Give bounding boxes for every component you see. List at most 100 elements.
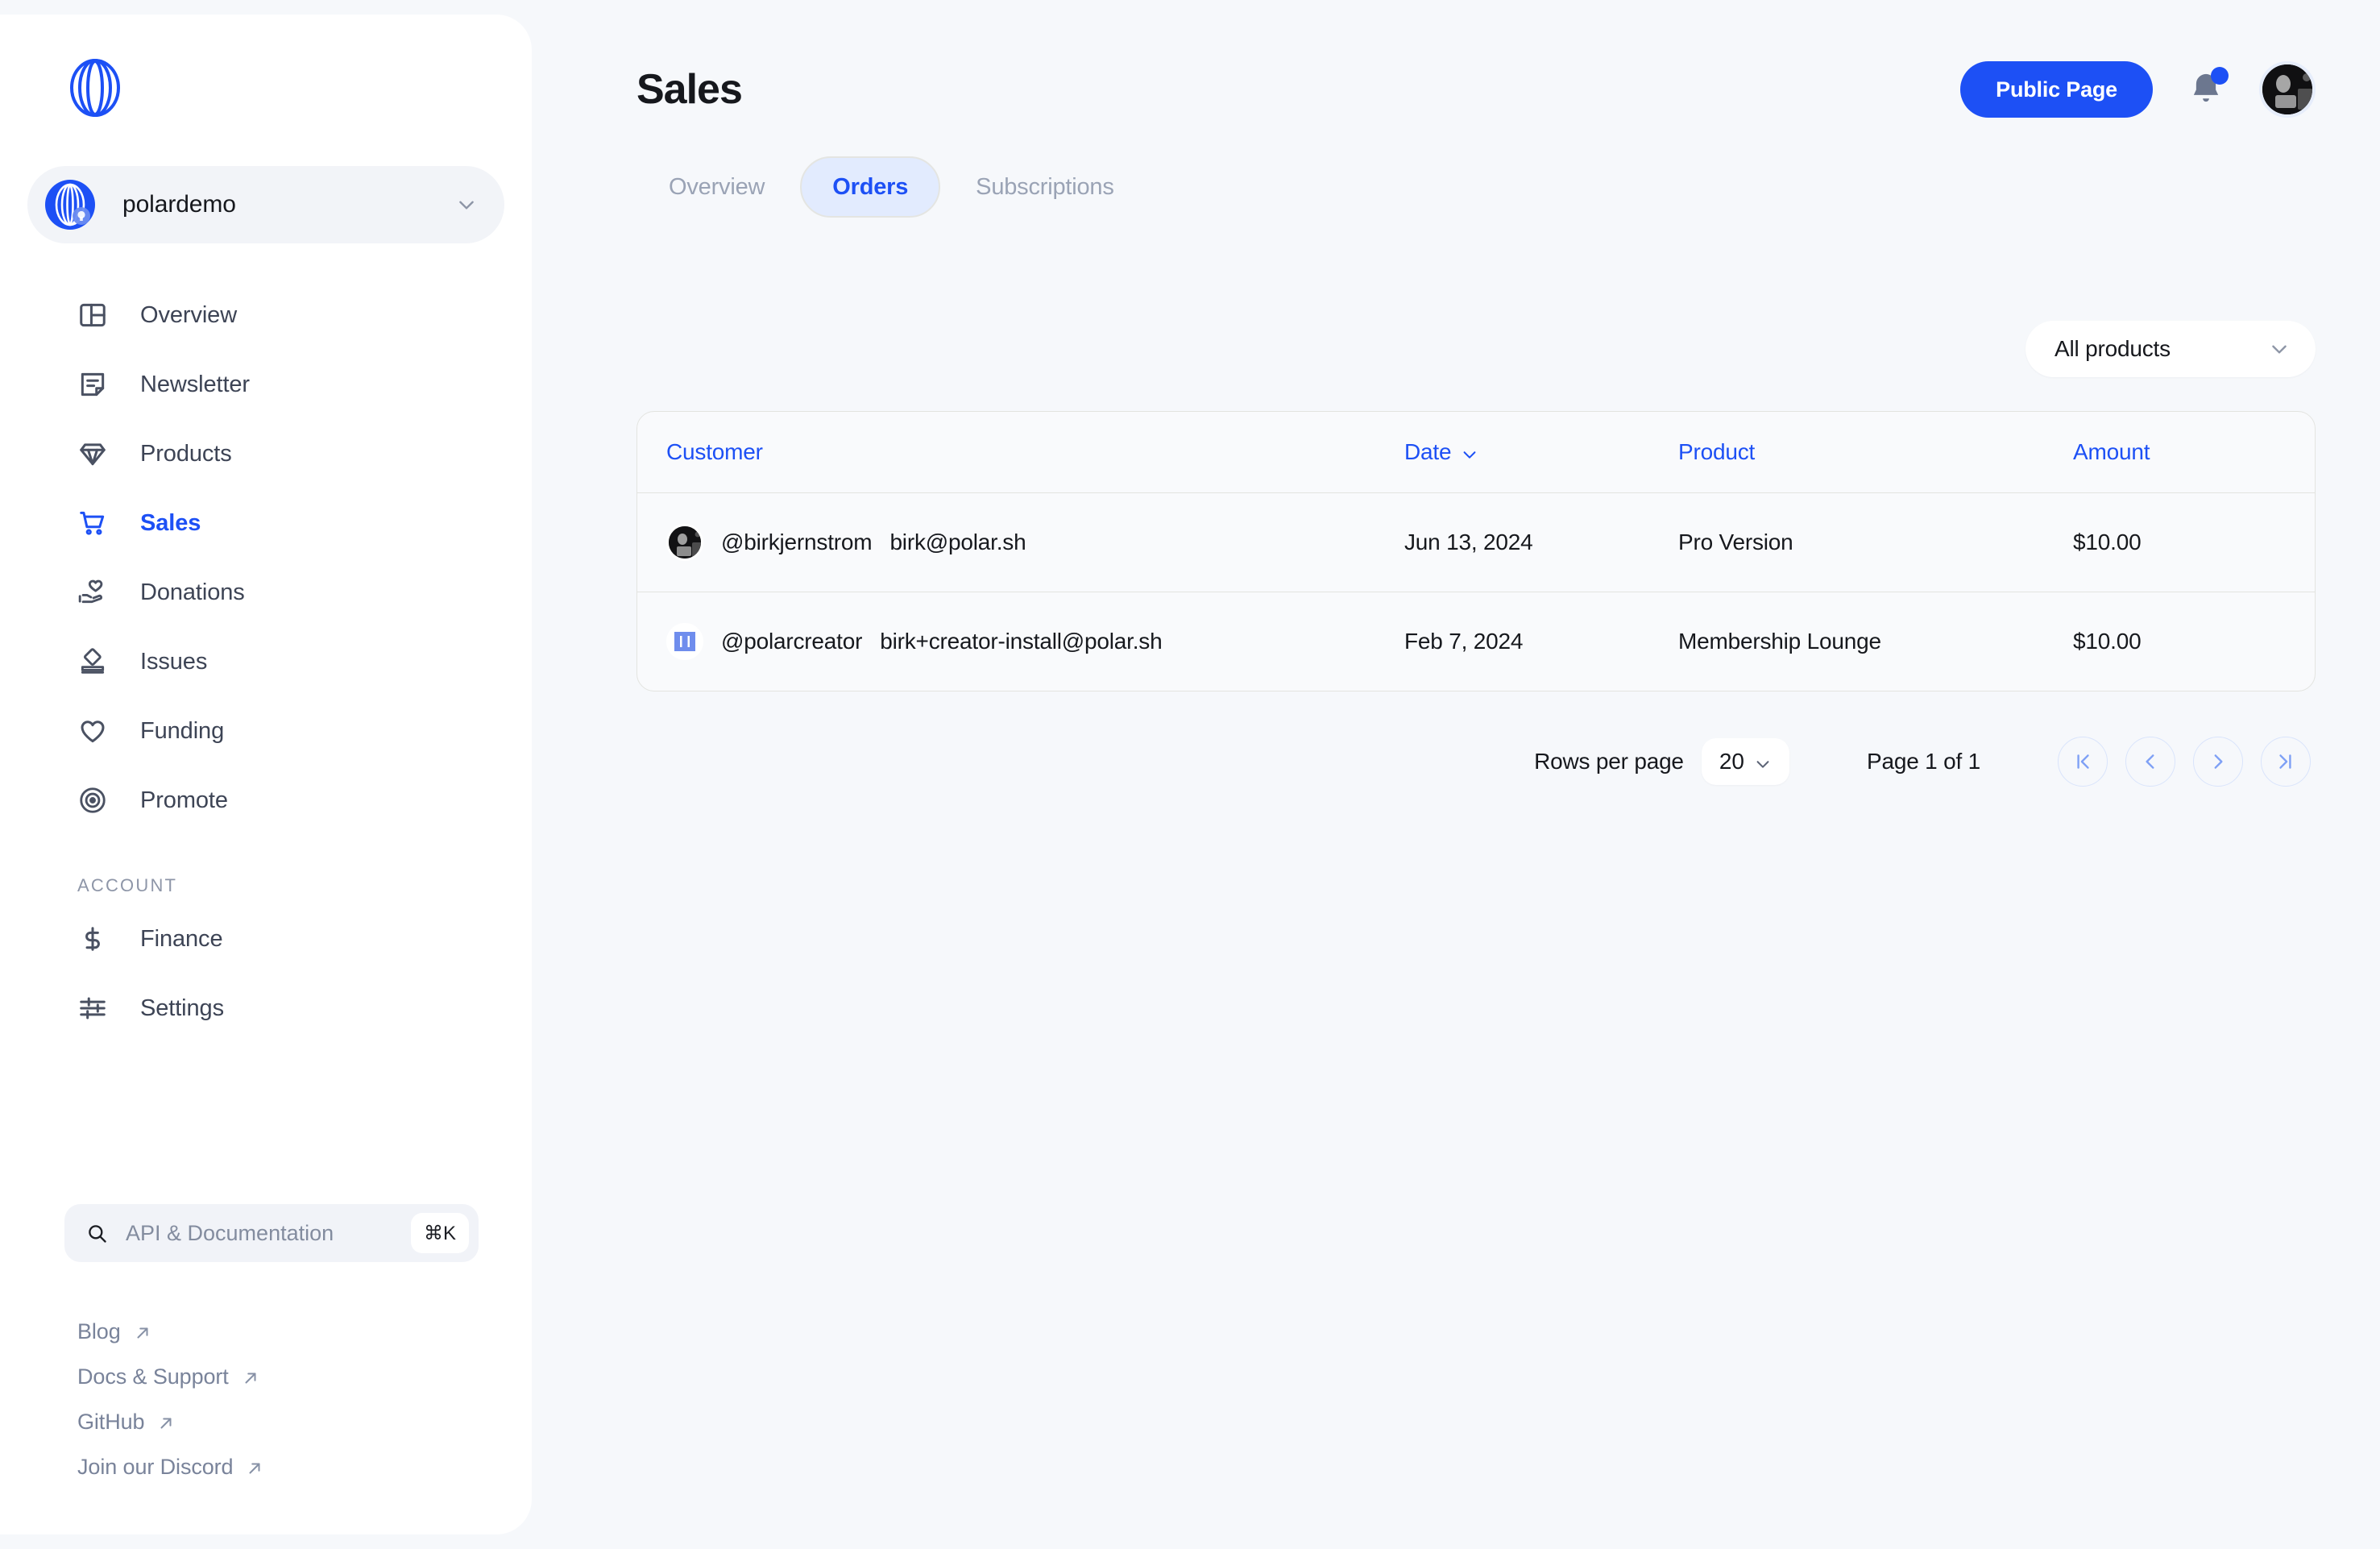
cell-amount: $10.00 <box>2073 492 2315 592</box>
note-text-icon <box>77 369 108 400</box>
sidebar-item-label: Overview <box>140 301 238 328</box>
column-header-customer: Customer <box>637 412 1404 493</box>
footer-link-discord[interactable]: Join our Discord <box>77 1444 532 1489</box>
photo-avatar <box>666 524 703 561</box>
sidebar-item-newsletter[interactable]: Newsletter <box>0 350 532 419</box>
cell-product: Pro Version <box>1678 492 2073 592</box>
sales-tabs: Overview Orders Subscriptions <box>636 156 2316 218</box>
cell-product: Membership Lounge <box>1678 629 1881 654</box>
shopping-cart-icon <box>77 508 108 538</box>
column-header-label: Product <box>1678 439 1756 464</box>
chevron-right-icon <box>2214 754 2223 769</box>
orders-table: Customer Date Product Amount @birkjernst… <box>637 412 2315 691</box>
sidebar-item-label: Issues <box>140 648 208 675</box>
user-avatar <box>2262 64 2312 114</box>
prev-page-button[interactable] <box>2125 737 2175 787</box>
notifications-button[interactable] <box>2185 67 2229 110</box>
table-header-row: Customer Date Product Amount <box>637 412 2315 493</box>
cell-date: Jun 13, 2024 <box>1404 492 1678 592</box>
avatar[interactable] <box>2259 61 2316 118</box>
tab-subscriptions[interactable]: Subscriptions <box>943 156 1146 218</box>
tab-orders[interactable]: Orders <box>800 156 941 218</box>
column-header-amount: Amount <box>2073 412 2315 493</box>
org-name: polardemo <box>122 191 236 218</box>
first-page-button[interactable] <box>2058 737 2108 787</box>
page-title: Sales <box>636 66 743 113</box>
layout-panel-icon <box>77 300 108 330</box>
sidebar-item-label: Funding <box>140 717 225 744</box>
product-filter-value: All products <box>2055 336 2171 361</box>
sidebar-item-label: Donations <box>140 579 245 605</box>
page-header: Sales Public Page <box>636 0 2316 118</box>
external-link-icon <box>242 1368 259 1385</box>
tab-overview[interactable]: Overview <box>636 156 797 218</box>
sidebar-item-label: Promote <box>140 787 228 813</box>
cell-customer: @polarcreator birk+creator-install@polar… <box>637 592 1404 691</box>
sidebar-item-label: Newsletter <box>140 371 250 397</box>
polar-logo-link[interactable] <box>0 15 532 118</box>
sidebar-footer-links: Blog Docs & Support GitHub Join our Disc… <box>77 1309 532 1489</box>
table-row[interactable]: @birkjernstrom birk@polar.sh Jun 13, 202… <box>637 492 2315 592</box>
page-indicator: Page 1 of 1 <box>1866 749 1980 774</box>
rows-per-page-select[interactable]: 20 <box>1701 738 1789 785</box>
search-input[interactable] <box>126 1220 411 1246</box>
column-header-label: Customer <box>666 439 763 464</box>
heart-icon <box>77 716 108 746</box>
column-header-label: Amount <box>2073 439 2150 464</box>
sidebar-item-funding[interactable]: Funding <box>0 696 532 766</box>
sidebar-item-label: Settings <box>140 995 224 1021</box>
polar-logo-icon <box>69 58 532 118</box>
table-body: @birkjernstrom birk@polar.sh Jun 13, 202… <box>637 492 2315 691</box>
header-actions: Public Page <box>1960 61 2316 118</box>
column-header-product: Product <box>1678 412 2073 493</box>
footer-link-docs-support[interactable]: Docs & Support <box>77 1354 532 1399</box>
footer-link-label: Blog <box>77 1319 121 1343</box>
hand-heart-icon <box>77 577 108 608</box>
next-page-button[interactable] <box>2193 737 2243 787</box>
chevron-down-icon <box>456 194 477 215</box>
sort-by-date[interactable]: Date <box>1404 439 1478 465</box>
org-switcher[interactable]: polardemo <box>27 166 504 243</box>
sidebar-item-products[interactable]: Products <box>0 419 532 488</box>
footer-link-github[interactable]: GitHub <box>77 1399 532 1444</box>
column-header-date[interactable]: Date <box>1404 412 1678 493</box>
broadcast-icon <box>77 785 108 816</box>
footer-link-label: Join our Discord <box>77 1454 234 1479</box>
sidebar-item-settings[interactable]: Settings <box>0 974 532 1043</box>
sidebar-item-issues[interactable]: Issues <box>0 627 532 696</box>
cell-customer: @birkjernstrom birk@polar.sh <box>637 492 1404 592</box>
api-documentation-search[interactable]: ⌘K <box>64 1204 479 1262</box>
footer-link-blog[interactable]: Blog <box>77 1309 532 1354</box>
sidebar-item-promote[interactable]: Promote <box>0 766 532 835</box>
badge-stand-icon <box>77 646 108 677</box>
main-content: Sales Public Page Overview Orders Subscr… <box>532 0 2380 1549</box>
sidebar-item-sales[interactable]: Sales <box>0 488 532 558</box>
customer-email: birk@polar.sh <box>889 529 1026 554</box>
chevron-down-icon <box>1461 443 1478 461</box>
filter-row: All products <box>636 321 2316 377</box>
product-filter-select[interactable]: All products <box>2025 321 2316 377</box>
public-page-button[interactable]: Public Page <box>1960 61 2153 118</box>
notification-unread-dot <box>2211 67 2229 85</box>
sidebar-item-label: Finance <box>140 925 223 952</box>
table-row[interactable]: @polarcreator birk+creator-install@polar… <box>637 592 2315 691</box>
sidebar-item-finance[interactable]: Finance <box>0 904 532 974</box>
chevron-left-icon <box>2146 754 2154 769</box>
chevron-down-icon <box>1754 753 1772 770</box>
dollar-icon <box>77 924 108 954</box>
sidebar-item-label: Sales <box>140 509 201 536</box>
chevron-down-icon <box>2269 338 2290 359</box>
table-head: Customer Date Product Amount <box>637 412 2315 493</box>
chevron-first-icon <box>2077 754 2089 769</box>
customer-handle: @birkjernstrom <box>721 529 873 554</box>
sidebar-item-overview[interactable]: Overview <box>0 280 532 350</box>
cell-amount: $10.00 <box>2073 629 2142 654</box>
sidebar-item-donations[interactable]: Donations <box>0 558 532 627</box>
rows-per-page-label: Rows per page <box>1534 749 1684 774</box>
orders-table-card: Customer Date Product Amount @birkjernst… <box>636 411 2316 691</box>
chevron-last-icon <box>2279 754 2291 769</box>
external-link-icon <box>246 1458 263 1476</box>
primary-nav: Overview Newsletter Products Sales Donat… <box>0 280 532 1043</box>
search-icon <box>85 1222 108 1244</box>
last-page-button[interactable] <box>2261 737 2311 787</box>
